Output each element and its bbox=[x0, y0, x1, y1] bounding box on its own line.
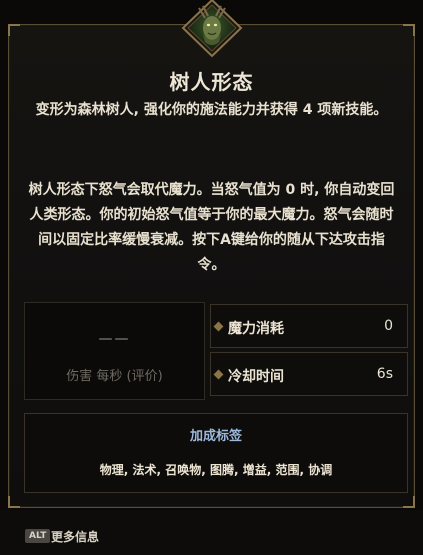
mana-cost-row: 魔力消耗 0 bbox=[210, 304, 408, 348]
frame-corner bbox=[8, 496, 20, 508]
frame-corner bbox=[8, 24, 20, 36]
bonus-tags-list: 物理, 法术, 召唤物, 图腾, 增益, 范围, 协调 bbox=[99, 463, 333, 477]
cooldown-value: 6s bbox=[376, 366, 393, 382]
tooltip-footer: ALT 更多信息 bbox=[0, 510, 423, 555]
diamond-bullet-icon bbox=[213, 321, 224, 332]
cooldown-row: 冷却时间 6s bbox=[210, 352, 408, 396]
diamond-bullet-icon bbox=[213, 369, 224, 380]
dps-panel: —— 伤害 每秒 (评价) bbox=[24, 302, 205, 400]
dps-value: —— bbox=[98, 331, 131, 347]
bonus-tags-title: 加成标签 bbox=[189, 429, 242, 444]
frame-corner bbox=[403, 24, 415, 36]
more-info-hint: 更多信息 bbox=[51, 530, 100, 544]
mana-cost-value: 0 bbox=[384, 318, 393, 334]
dps-label: 伤害 每秒 (评价) bbox=[66, 369, 163, 384]
skill-title: 树人形态 bbox=[169, 70, 254, 94]
alt-key-badge: ALT bbox=[25, 529, 51, 543]
mana-cost-label: 魔力消耗 bbox=[228, 321, 284, 337]
cooldown-label: 冷却时间 bbox=[228, 369, 284, 385]
skill-portrait bbox=[181, 0, 243, 60]
skill-description: 树人形态下怒气会取代魔力。当怒气值为 0 时, 你自动变回人类形态。你的初始怒气… bbox=[28, 182, 395, 273]
bonus-tags-panel: 加成标签 物理, 法术, 召唤物, 图腾, 增益, 范围, 协调 bbox=[24, 413, 408, 493]
treant-head-icon bbox=[181, 0, 243, 58]
frame-corner bbox=[403, 496, 415, 508]
skill-subtitle: 变形为森林树人, 强化你的施法能力并获得 4 项新技能。 bbox=[35, 102, 388, 118]
